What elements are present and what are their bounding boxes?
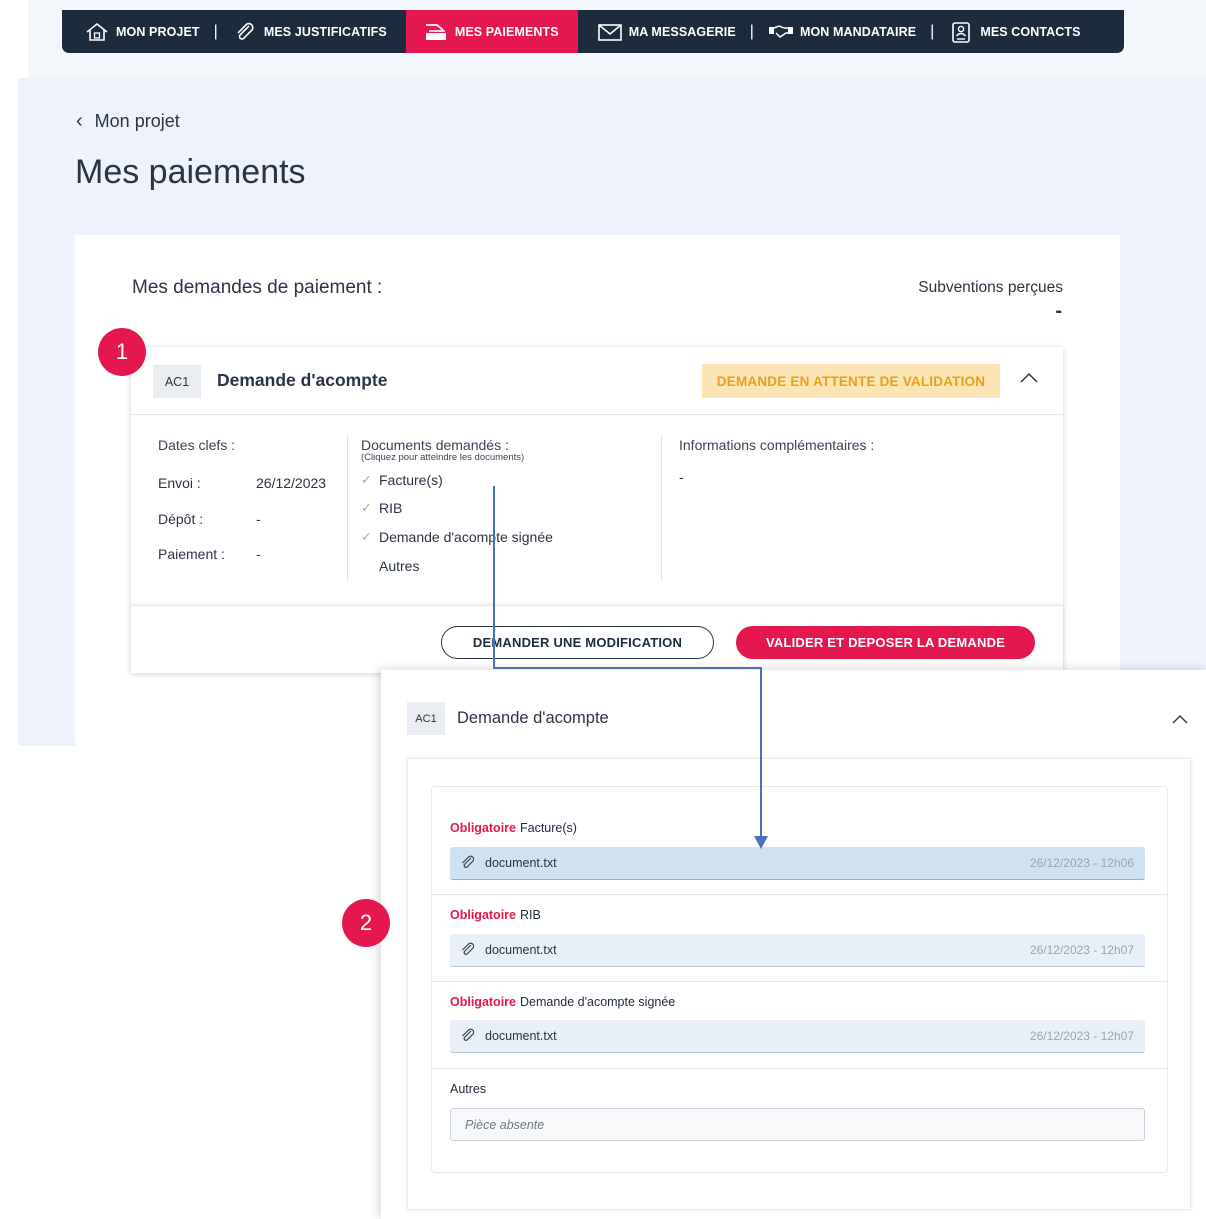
date-value-paiement: -: [256, 546, 261, 562]
doc-title-demande-signee: Obligatoire Demande d'acompte signée: [450, 995, 675, 1009]
date-key-paiement: Paiement :: [158, 546, 225, 562]
chevron-up-icon[interactable]: [1019, 371, 1039, 388]
chevron-up-icon[interactable]: [1171, 712, 1189, 728]
request-card-header[interactable]: AC1 Demande d'acompte DEMANDE EN ATTENTE…: [131, 347, 1063, 415]
chevron-left-icon: ‹: [76, 110, 83, 132]
divider: [432, 981, 1167, 982]
breadcrumb-back-link[interactable]: ‹ Mon projet: [76, 110, 180, 133]
handshake-icon: [768, 21, 794, 43]
nav-label: MON PROJET: [116, 24, 200, 39]
file-name: document.txt: [485, 1029, 557, 1043]
nav-item-mes-paiements[interactable]: MES PAIEMENTS: [405, 10, 578, 53]
nav-label: MES JUSTIFICATIFS: [263, 24, 387, 39]
breadcrumb-label: Mon projet: [94, 111, 180, 131]
nav-divider: |: [930, 22, 935, 40]
date-value-depot: -: [256, 511, 261, 527]
paperclip-icon: [450, 1028, 485, 1044]
section-title: Mes demandes de paiement :: [132, 277, 383, 298]
request-title: Demande d'acompte: [217, 370, 388, 390]
info-label: Informations complémentaires :: [679, 437, 875, 453]
request-code-badge: AC1: [407, 702, 445, 735]
info-value: -: [679, 469, 684, 485]
file-date: 26/12/2023 - 12h07: [1029, 1029, 1134, 1043]
document-link-label: Autres: [379, 558, 420, 574]
envelope-icon: [597, 21, 623, 43]
missing-document-field[interactable]: Pièce absente: [450, 1108, 1145, 1141]
paperclip-icon: [232, 21, 258, 43]
doc-title-rib: Obligatoire RIB: [450, 908, 541, 922]
file-row-demande-signee[interactable]: document.txt 26/12/2023 - 12h07: [450, 1020, 1145, 1053]
request-modification-button[interactable]: DEMANDER UNE MODIFICATION: [441, 626, 714, 659]
doc-name: Facture(s): [519, 821, 577, 835]
house-icon: [84, 21, 110, 43]
nav-label: MON MANDATAIRE: [799, 24, 917, 39]
callout-badge-1: 1: [98, 328, 146, 376]
divider: [432, 894, 1167, 895]
contacts-icon: [948, 21, 974, 43]
subventions-value: -: [1055, 300, 1062, 322]
required-label: Obligatoire: [450, 908, 516, 922]
nav-label: MES PAIEMENTS: [454, 24, 559, 39]
doc-title-facture: Obligatoire Facture(s): [450, 821, 577, 835]
file-name: document.txt: [485, 856, 557, 870]
paperclip-icon: [450, 855, 485, 871]
callout-badge-2: 2: [342, 899, 390, 947]
check-icon: ✓: [361, 500, 372, 515]
file-row-rib[interactable]: document.txt 26/12/2023 - 12h07: [450, 934, 1145, 967]
document-link-autres[interactable]: Autres: [361, 558, 419, 574]
documents-label: Documents demandés :: [361, 437, 509, 453]
subventions-label: Subventions perçues: [918, 279, 1063, 296]
request-card-footer: DEMANDER UNE MODIFICATION VALIDER ET DEP…: [131, 605, 1063, 673]
nav-label: MA MESSAGERIE: [628, 24, 736, 39]
divider: [432, 1068, 1167, 1069]
nav-item-mon-projet[interactable]: MON PROJET: [62, 10, 200, 53]
column-divider: [347, 435, 348, 580]
status-badge: DEMANDE EN ATTENTE DE VALIDATION: [702, 364, 1000, 398]
file-row-facture[interactable]: document.txt 26/12/2023 - 12h06: [450, 847, 1145, 880]
doc-title-autres: Autres: [450, 1082, 487, 1096]
check-icon: ✓: [361, 472, 372, 487]
page-title: Mes paiements: [75, 153, 306, 191]
nav-divider: |: [749, 22, 754, 40]
doc-name: RIB: [519, 908, 541, 922]
payment-request-card: AC1 Demande d'acompte DEMANDE EN ATTENTE…: [131, 347, 1063, 673]
date-value-envoi: 26/12/2023: [256, 475, 327, 491]
date-key-envoi: Envoi :: [158, 475, 201, 491]
file-date: 26/12/2023 - 12h06: [1029, 856, 1134, 870]
required-label: Obligatoire: [450, 821, 516, 835]
nav-item-ma-messagerie[interactable]: MA MESSAGERIE: [597, 10, 736, 53]
file-date: 26/12/2023 - 12h07: [1029, 943, 1134, 957]
file-name: document.txt: [485, 943, 557, 957]
nav-item-mon-mandataire[interactable]: MON MANDATAIRE: [768, 10, 916, 53]
detail-title: Demande d'acompte: [457, 709, 609, 727]
document-link-label: RIB: [379, 500, 403, 516]
nav-divider: |: [213, 22, 218, 40]
request-code-badge: AC1: [153, 365, 201, 398]
document-link-label: Demande d'acompte signée: [379, 529, 553, 545]
document-link-label: Facture(s): [379, 472, 443, 488]
check-icon: ✓: [361, 529, 372, 544]
document-link-rib[interactable]: ✓ RIB: [361, 500, 402, 516]
dates-label: Dates clefs :: [158, 437, 236, 453]
column-divider: [661, 435, 662, 580]
nav-item-mes-justificatifs[interactable]: MES JUSTIFICATIFS: [232, 10, 387, 53]
documents-hint: (Cliquez pour atteindre les documents): [361, 452, 525, 463]
nav-item-mes-contacts[interactable]: MES CONTACTS: [948, 10, 1080, 53]
main-nav: MON PROJET | MES JUSTIFICATIFS MES PAIEM…: [62, 10, 1124, 53]
doc-name: Demande d'acompte signée: [519, 995, 676, 1009]
document-link-demande-signee[interactable]: ✓ Demande d'acompte signée: [361, 529, 553, 545]
validate-submit-button[interactable]: VALIDER ET DEPOSER LA DEMANDE: [736, 626, 1035, 659]
document-link-facture[interactable]: ✓ Facture(s): [361, 472, 443, 488]
payment-icon: [423, 21, 449, 43]
paperclip-icon: [450, 942, 485, 958]
required-label: Obligatoire: [450, 995, 516, 1009]
date-key-depot: Dépôt :: [158, 511, 204, 527]
nav-label: MES CONTACTS: [980, 24, 1081, 39]
